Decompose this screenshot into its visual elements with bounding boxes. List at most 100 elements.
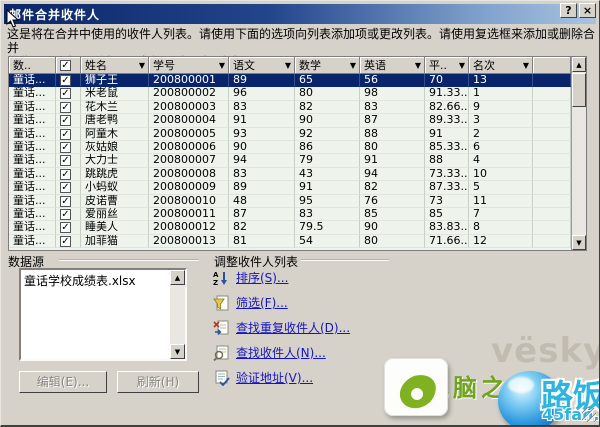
- vesky-leaf-icon: [384, 358, 448, 416]
- cell-filler: [533, 128, 571, 141]
- close-button[interactable]: ×: [579, 3, 596, 18]
- cell-name: 皮诺曹: [81, 195, 149, 208]
- cell-avg: 85: [425, 208, 469, 221]
- column-dropdown-icon[interactable]: ▼: [459, 61, 466, 70]
- refine-link[interactable]: 筛选(F)...: [236, 294, 288, 311]
- recipient-checkbox[interactable]: ✓: [60, 222, 71, 233]
- cell-math: 65: [295, 74, 360, 87]
- cell-id: 200800004: [149, 114, 229, 127]
- cell-name: 小蚂蚁: [81, 181, 149, 194]
- column-header-check[interactable]: ✓: [56, 57, 81, 74]
- recipient-checkbox[interactable]: ✓: [60, 196, 71, 207]
- refine-link[interactable]: 验证地址(V)...: [236, 369, 313, 386]
- column-header-chinese[interactable]: 语文▼: [229, 57, 295, 74]
- cell-chinese: 90: [229, 141, 295, 154]
- recipient-checkbox[interactable]: ✓: [60, 129, 71, 140]
- recipient-checkbox[interactable]: ✓: [60, 182, 71, 193]
- column-header-filler[interactable]: [533, 57, 571, 74]
- column-dropdown-icon[interactable]: ▼: [415, 61, 422, 70]
- scroll-down-icon[interactable]: ▼: [572, 235, 586, 250]
- table-row[interactable]: 童话...✓睡美人2008000128279.59083.83...8: [9, 221, 571, 234]
- column-dropdown-icon[interactable]: ▼: [350, 61, 357, 70]
- cell-english: 91: [360, 154, 425, 167]
- data-source-listbox[interactable]: 童话学校成绩表.xlsx ▲ ▼: [19, 268, 187, 361]
- cell-check: ✓: [56, 101, 81, 114]
- column-dropdown-icon[interactable]: ▼: [523, 61, 530, 70]
- cell-id: 200800001: [149, 74, 229, 87]
- cell-english: 85: [360, 208, 425, 221]
- titlebar[interactable]: 邮件合并收件人: [4, 4, 596, 24]
- resize-grip[interactable]: [582, 408, 596, 422]
- table-row[interactable]: 童话...✓皮诺曹2008000104895767311: [9, 195, 571, 208]
- cell-avg: 83.83...: [425, 221, 469, 234]
- recipient-checkbox[interactable]: ✓: [60, 115, 71, 126]
- cell-name: 米老鼠: [81, 87, 149, 100]
- recipient-checkbox[interactable]: ✓: [60, 169, 71, 180]
- scroll-up-icon[interactable]: ▲: [572, 57, 586, 72]
- table-row[interactable]: 童话...✓花木兰20080000383828382.66...9: [9, 101, 571, 114]
- column-header-rank[interactable]: 名次▼: [469, 57, 533, 74]
- table-row[interactable]: 童话...✓米老鼠20080000296809891.33...1: [9, 87, 571, 100]
- table-row[interactable]: 童话...✓灰姑娘20080000690868085.33...6: [9, 141, 571, 154]
- scroll-down-icon[interactable]: ▼: [170, 344, 185, 359]
- table-row[interactable]: 童话...✓大力士200800007947991884: [9, 154, 571, 167]
- table-row[interactable]: 童话...✓加菲猫20080001381548071.66...12: [9, 235, 571, 248]
- column-dropdown-icon[interactable]: ▼: [219, 61, 226, 70]
- recipient-checkbox[interactable]: ✓: [60, 236, 71, 247]
- mouse-cursor-icon: [6, 9, 20, 29]
- column-header-math[interactable]: 数学▼: [295, 57, 360, 74]
- column-header-name[interactable]: 姓名▼: [81, 57, 149, 74]
- refresh-button[interactable]: 刷新(H): [117, 371, 199, 393]
- recipient-checkbox[interactable]: ✓: [60, 75, 71, 86]
- recipient-checkbox[interactable]: ✓: [60, 155, 71, 166]
- table-row[interactable]: 童话...✓狮子王2008000018965567013: [9, 74, 571, 87]
- scrollbar-thumb[interactable]: [572, 73, 586, 107]
- cell-chinese: 93: [229, 128, 295, 141]
- cell-rank: 10: [469, 168, 533, 181]
- find-recipient-icon: [213, 345, 230, 361]
- column-header-english[interactable]: 英语▼: [360, 57, 425, 74]
- refine-link-row: 查找重复收件人(D)...: [213, 315, 413, 340]
- cell-filler: [533, 74, 571, 87]
- data-source-item[interactable]: 童话学校成绩表.xlsx: [24, 272, 167, 289]
- refine-links: AZ 排序(S)... 筛选(F)... 查找重复收件人(D)... 查找收件人(N).…: [213, 265, 413, 390]
- cell-filler: [533, 221, 571, 234]
- table-row[interactable]: 童话...✓唐老鸭20080000491908789.33...3: [9, 114, 571, 127]
- column-header-source[interactable]: 数..: [9, 57, 56, 74]
- cell-rank: 3: [469, 114, 533, 127]
- select-all-checkbox[interactable]: ✓: [60, 60, 71, 71]
- cell-english: 88: [360, 128, 425, 141]
- cell-avg: 87.33...: [425, 181, 469, 194]
- sort-az-icon: AZ: [213, 270, 230, 286]
- cell-chinese: 91: [229, 114, 295, 127]
- listbox-scrollbar[interactable]: ▲ ▼: [170, 270, 185, 359]
- column-dropdown-icon[interactable]: ▼: [139, 61, 146, 70]
- table-row[interactable]: 童话...✓阿童木200800005939288912: [9, 128, 571, 141]
- column-dropdown-icon[interactable]: ▼: [285, 61, 292, 70]
- cell-math: 79: [295, 154, 360, 167]
- refine-link[interactable]: 排序(S)...: [236, 269, 288, 286]
- cell-source: 童话...: [9, 195, 56, 208]
- table-vertical-scrollbar[interactable]: ▲ ▼: [571, 57, 586, 250]
- table-row[interactable]: 童话...✓爱丽丝200800011878385857: [9, 208, 571, 221]
- column-header-avg[interactable]: 平..▼: [425, 57, 469, 74]
- table-row[interactable]: 童话...✓跳跳虎20080000883439473.33...10: [9, 168, 571, 181]
- cell-english: 87: [360, 114, 425, 127]
- cell-english: 83: [360, 101, 425, 114]
- recipient-checkbox[interactable]: ✓: [60, 88, 71, 99]
- recipient-checkbox[interactable]: ✓: [60, 209, 71, 220]
- recipient-checkbox[interactable]: ✓: [60, 102, 71, 113]
- edit-button[interactable]: 编辑(E)...: [19, 371, 107, 393]
- refine-link[interactable]: 查找收件人(N)...: [236, 344, 326, 361]
- cell-filler: [533, 181, 571, 194]
- help-button[interactable]: ?: [560, 3, 577, 18]
- table-header-row: 数.. ✓ 姓名▼学号▼语文▼数学▼英语▼平..▼名次▼: [9, 57, 571, 74]
- svg-text:Z: Z: [213, 279, 218, 286]
- scroll-up-icon[interactable]: ▲: [170, 270, 185, 285]
- cell-id: 200800003: [149, 101, 229, 114]
- cell-source: 童话...: [9, 87, 56, 100]
- refine-link[interactable]: 查找重复收件人(D)...: [236, 319, 350, 336]
- table-row[interactable]: 童话...✓小蚂蚁20080000989918287.33...5: [9, 181, 571, 194]
- recipient-checkbox[interactable]: ✓: [60, 142, 71, 153]
- column-header-id[interactable]: 学号▼: [149, 57, 229, 74]
